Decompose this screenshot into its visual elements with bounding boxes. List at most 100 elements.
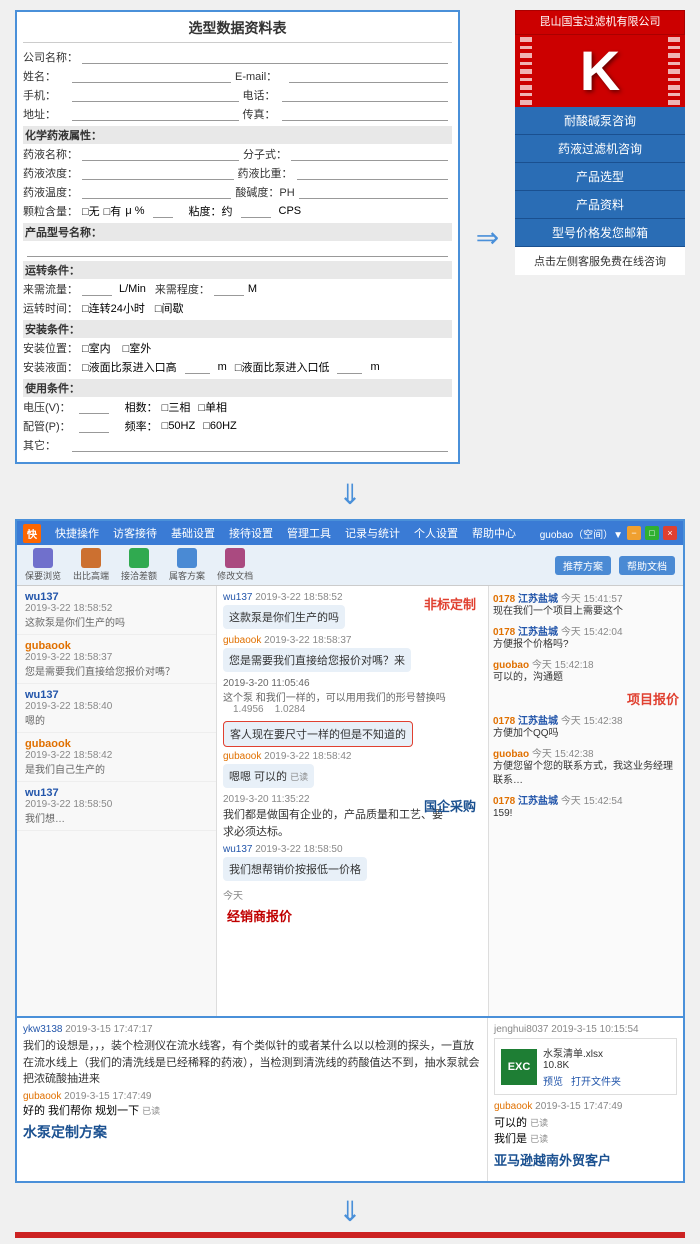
- sender-name: wu137: [223, 844, 252, 855]
- env-row: 安装位置： □室内 □室外: [23, 340, 452, 356]
- menu-item-4[interactable]: 型号价格发您邮箱: [515, 219, 685, 247]
- u-percent: μ %: [125, 205, 144, 217]
- bottom-left-header: ykw3138 2019-3-15 17:47:17: [23, 1024, 481, 1035]
- section-chemical: 化学药液属性：: [23, 126, 452, 144]
- install-type-row: 安装液面： □液面比泵进入口高 m □液面比泵进入口低 m: [23, 359, 452, 375]
- sender-name: wu137: [223, 592, 252, 603]
- molecular-input: [291, 147, 448, 161]
- system-msg-1: 2019-3-20 11:05:46 这个泵 和我们一样的，可以用用我们的形号替…: [223, 678, 482, 715]
- email-input: [289, 69, 448, 83]
- read-status: 已读: [290, 772, 308, 782]
- close-btn[interactable]: ×: [663, 526, 677, 540]
- menu-personal[interactable]: 个人设置: [408, 523, 464, 543]
- msg-bubble: 这款泵是你们生产的吗: [223, 605, 345, 629]
- chem-name-input: [82, 147, 239, 161]
- freq-50-cb[interactable]: □50HZ: [162, 420, 196, 432]
- open-folder-btn[interactable]: 打开文件夹: [571, 1073, 621, 1088]
- right-msg-text: 现在我们一个项目上需要这个: [493, 605, 679, 619]
- user-info: guobao（空间）▼: [540, 526, 623, 541]
- intermittent-cb[interactable]: □间歇: [155, 300, 184, 316]
- right-msg-2: 0178 江苏盐城 今天 15:42:04 方便报个价格吗?: [493, 623, 679, 652]
- menu-stats[interactable]: 记录与统计: [339, 523, 406, 543]
- exc-icon: EXC: [501, 1049, 537, 1085]
- recommend-btn[interactable]: 推荐方案: [555, 556, 611, 575]
- company-input: [82, 50, 448, 64]
- other-input: [72, 438, 448, 452]
- list-item[interactable]: wu137 2019-3-22 18:58:52 这款泵是你们生产的吗: [17, 586, 216, 635]
- time-row: 运转时间： □连转24小时 □间歇: [23, 300, 452, 316]
- list-item[interactable]: wu137 2019-3-22 18:58:40 嗯的: [17, 684, 216, 733]
- sub-icon-contact[interactable]: 接洽差额: [121, 548, 157, 582]
- menu-quick[interactable]: 快捷操作: [49, 523, 105, 543]
- right-msg-1: 0178 江苏盐城 今天 15:41:57 现在我们一个项目上需要这个: [493, 590, 679, 619]
- barcode-right: [668, 35, 680, 107]
- chat-messages: wu137 2019-3-22 18:58:52 这款泵是你们生产的吗 guba…: [217, 586, 488, 1016]
- below-cb[interactable]: □液面比泵进入口低: [235, 359, 330, 375]
- msg-time: 2019-3-22 18:58:50: [255, 844, 342, 855]
- freq-label: 频率：: [125, 418, 158, 434]
- sub-icon-guest[interactable]: 属客方案: [169, 548, 205, 582]
- list-item-time: 2019-3-22 18:58:42: [25, 750, 208, 761]
- particle-label: 颗粒含量：: [23, 203, 78, 219]
- none-checkbox[interactable]: □无: [82, 203, 100, 219]
- chat-body: wu137 2019-3-22 18:58:52 这款泵是你们生产的吗 guba…: [17, 586, 683, 1016]
- range-unit: M: [248, 283, 257, 295]
- bottom-right-msg-header: gubaook 2019-3-15 17:47:49: [494, 1101, 677, 1112]
- preview-btn[interactable]: 预览: [543, 1073, 563, 1088]
- outdoor-cb[interactable]: □室外: [123, 340, 152, 356]
- sub-icon-export[interactable]: 出比高端: [73, 548, 109, 582]
- sub-icon-edit[interactable]: 修改文档: [217, 548, 253, 582]
- name-label: 姓名：: [23, 68, 68, 84]
- single-phase-cb[interactable]: □单相: [198, 399, 227, 415]
- particle-row: 颗粒含量： □无 □有 μ % 粘度：约 CPS: [23, 203, 452, 219]
- list-item[interactable]: gubaook 2019-3-22 18:58:42 是我们自己生产的: [17, 733, 216, 782]
- highlight-msg: 客人现在要尺寸一样的但是不知道的: [223, 721, 482, 747]
- tel-label: 电话：: [243, 87, 278, 103]
- freq-60-cb[interactable]: □60HZ: [203, 420, 237, 432]
- list-item[interactable]: wu137 2019-3-22 18:58:50 我们想…: [17, 782, 216, 831]
- continuous-cb[interactable]: □连转24小时: [82, 300, 145, 316]
- yes-checkbox[interactable]: □有: [104, 203, 122, 219]
- install-type-label: 安装液面：: [23, 359, 78, 375]
- company-footer: 点击左侧客服免费在线咨询: [515, 247, 685, 275]
- menu-reception[interactable]: 接待设置: [223, 523, 279, 543]
- annotation-amazon: 亚马逊越南外贸客户: [494, 1150, 677, 1169]
- list-item[interactable]: gubaook 2019-3-22 18:58:37 您是需要我们直接给您报价对…: [17, 635, 216, 684]
- msg-header: wu137 2019-3-22 18:58:50: [223, 844, 482, 855]
- menu-basic[interactable]: 基础设置: [165, 523, 221, 543]
- maximize-btn[interactable]: □: [645, 526, 659, 540]
- section-operation: 运转条件：: [23, 261, 452, 279]
- menu-item-0[interactable]: 耐酸碱泵咨询: [515, 107, 685, 135]
- pipe-input: [79, 419, 109, 433]
- gravity-label: 药液比重：: [238, 165, 293, 181]
- today-text: 今天: [223, 887, 482, 902]
- menu-item-1[interactable]: 药液过滤机咨询: [515, 135, 685, 163]
- menu-visitor[interactable]: 访客接待: [107, 523, 163, 543]
- sub-icon-browse[interactable]: 保要浏览: [25, 548, 61, 582]
- bottom-sender: ykw3138: [23, 1024, 62, 1035]
- address-input: [72, 107, 239, 121]
- list-item-preview: 我们想…: [25, 810, 208, 825]
- menu-help[interactable]: 帮助中心: [466, 523, 522, 543]
- help-btn[interactable]: 帮助文档: [619, 556, 675, 575]
- list-item-time: 2019-3-22 18:58:50: [25, 799, 208, 810]
- menu-item-2[interactable]: 产品选型: [515, 163, 685, 191]
- menu-item-3[interactable]: 产品资料: [515, 191, 685, 219]
- minimize-btn[interactable]: −: [627, 526, 641, 540]
- menu-management[interactable]: 管理工具: [281, 523, 337, 543]
- above-unit: m: [218, 361, 227, 373]
- list-item-name: gubaook: [25, 640, 208, 652]
- form-address-fax-row: 地址： 传真：: [23, 106, 452, 122]
- window-controls: guobao（空间）▼ − □ ×: [540, 526, 677, 541]
- three-phase-cb[interactable]: □三相: [162, 399, 191, 415]
- phase-label: 相数：: [125, 399, 158, 415]
- above-cb[interactable]: □液面比泵进入口高: [82, 359, 177, 375]
- list-item-name: gubaook: [25, 738, 208, 750]
- right-msg-5: guobao 今天 15:42:38 方便您留个您的联系方式，我这业务经理联系…: [493, 745, 679, 788]
- pipe-label: 配管(P)：: [23, 418, 71, 434]
- acid-label: 酸碱度：PH: [235, 184, 294, 200]
- bottom-right-reply1: 可以的 已读: [494, 1114, 677, 1130]
- env-label: 安装位置：: [23, 340, 78, 356]
- msg-header: gubaook 2019-3-22 18:58:42: [223, 751, 482, 762]
- indoor-cb[interactable]: □室内: [82, 340, 111, 356]
